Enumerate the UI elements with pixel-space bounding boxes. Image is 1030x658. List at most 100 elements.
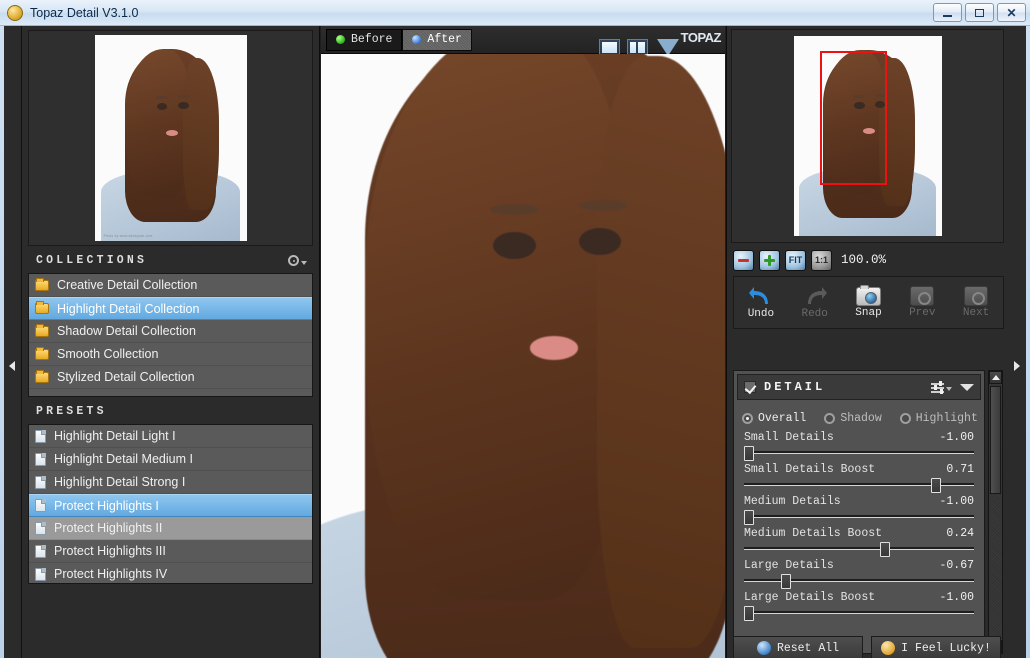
collections-title: COLLECTIONS	[36, 254, 148, 267]
navigator-image	[793, 36, 942, 236]
slider-header: Small Details Boost 0.71	[744, 463, 974, 476]
collection-item-label: Smooth Collection	[57, 347, 159, 361]
right-panel-scrollbar[interactable]	[988, 370, 1003, 654]
main-image-view[interactable]	[321, 54, 725, 658]
navigator-box[interactable]	[731, 29, 1004, 243]
snap-button[interactable]: Snap	[843, 284, 893, 319]
right-panel-collapse-strip[interactable]	[1008, 26, 1026, 658]
preview-hair-side	[182, 57, 220, 211]
processed-image	[321, 54, 725, 658]
radio-button[interactable]	[742, 413, 753, 424]
slider-row: Medium Details Boost 0.24	[734, 525, 984, 557]
slider-handle[interactable]	[880, 542, 891, 557]
chevron-down-icon[interactable]	[960, 383, 974, 391]
single-view-icon[interactable]	[598, 38, 620, 56]
split-view-icon[interactable]	[626, 38, 648, 56]
detail-mode-highlight[interactable]: Highlight	[899, 412, 978, 425]
reset-all-label: Reset All	[776, 641, 840, 655]
slider-label: Small Details Boost	[744, 463, 876, 476]
undo-button[interactable]: Undo	[736, 285, 786, 320]
scroll-up-button[interactable]	[989, 371, 1002, 384]
reset-all-button[interactable]: Reset All	[733, 636, 863, 658]
zoom-in-icon[interactable]	[759, 249, 780, 271]
collection-item-label: Stylized Detail Collection	[57, 370, 195, 384]
collections-list[interactable]: Creative Detail Collection Highlight Deta…	[28, 273, 313, 397]
preset-item[interactable]: Protect Highlights III	[29, 540, 312, 563]
i-feel-lucky-button[interactable]: I Feel Lucky!	[871, 636, 1001, 658]
collection-item[interactable]: Highlight Detail Collection	[29, 297, 312, 320]
prev-snapshot-button[interactable]: Prev	[897, 286, 947, 319]
preset-item-label: Protect Highlights III	[54, 544, 166, 558]
zoom-out-icon[interactable]	[733, 249, 754, 271]
close-button[interactable]: ✕	[997, 3, 1026, 22]
preset-item[interactable]: Protect Highlights II	[29, 517, 312, 540]
collapse-left-arrow-icon[interactable]	[9, 361, 15, 371]
preset-item-label: Highlight Detail Medium I	[54, 452, 193, 466]
slider-handle[interactable]	[781, 574, 792, 589]
preset-item-label: Protect Highlights I	[54, 498, 159, 513]
presets-list[interactable]: Highlight Detail Light I Highlight Detail…	[28, 424, 313, 584]
preset-item[interactable]: Highlight Detail Strong I	[29, 471, 312, 494]
slider-label: Medium Details	[744, 495, 841, 508]
slider-track[interactable]	[744, 477, 974, 493]
zoom-fit-button[interactable]: FIT	[785, 249, 806, 271]
client-area: Photo by www.missyuan.com COLLECTIONS Cr…	[4, 26, 1026, 658]
slider-track[interactable]	[744, 605, 974, 621]
collection-item[interactable]: Stylized Detail Collection	[29, 366, 312, 389]
tab-before-label: Before	[351, 33, 393, 46]
left-panel-collapse-strip[interactable]	[4, 26, 22, 658]
main-hair-front	[365, 54, 622, 600]
scrollbar-thumb[interactable]	[990, 386, 1001, 494]
tab-after[interactable]: After	[402, 28, 472, 51]
collection-item[interactable]: Creative Detail Collection	[29, 274, 312, 297]
document-icon	[35, 452, 46, 466]
slider-track[interactable]	[744, 573, 974, 589]
slider-value: 0.24	[946, 527, 974, 540]
detail-mode-shadow[interactable]: Shadow	[824, 412, 882, 425]
folder-icon	[35, 369, 49, 383]
slider-track[interactable]	[744, 445, 974, 461]
minimize-button[interactable]	[933, 3, 962, 22]
detail-mode-overall[interactable]: Overall	[742, 412, 806, 425]
collection-item[interactable]: Smooth Collection	[29, 343, 312, 366]
slider-track[interactable]	[744, 541, 974, 557]
preset-item[interactable]: Protect Highlights I	[29, 494, 312, 517]
slider-value: -1.00	[939, 431, 974, 444]
slider-header: Medium Details -1.00	[744, 495, 974, 508]
slider-handle[interactable]	[744, 606, 754, 621]
slider-track[interactable]	[744, 509, 974, 525]
preset-item[interactable]: Protect Highlights IV	[29, 563, 312, 583]
window-controls: ✕	[933, 3, 1026, 22]
title-bar: Topaz Detail V3.1.0 ✕	[0, 0, 1030, 26]
slider-handle[interactable]	[744, 510, 754, 525]
camera-icon	[855, 284, 881, 306]
slider-row: Large Details -0.67	[734, 557, 984, 589]
preset-item[interactable]: Highlight Detail Medium I	[29, 448, 312, 471]
tab-before[interactable]: Before	[326, 28, 403, 51]
slider-value: -1.00	[939, 495, 974, 508]
detail-enable-checkbox[interactable]	[744, 381, 756, 393]
detail-sliders: Small Details -1.00 Small Details Boost 0.7…	[734, 429, 984, 621]
application-window: Topaz Detail V3.1.0 ✕ Photo by www.missy…	[0, 0, 1030, 658]
slider-header: Large Details -0.67	[744, 559, 974, 572]
after-status-dot-icon	[412, 35, 422, 44]
maximize-icon	[975, 8, 984, 17]
chevron-up-icon	[991, 375, 1000, 380]
detail-settings-button[interactable]	[931, 381, 952, 394]
prev-label: Prev	[909, 307, 936, 319]
maximize-button[interactable]	[965, 3, 994, 22]
redo-button[interactable]: Redo	[790, 285, 840, 320]
preset-item[interactable]: Highlight Detail Light I	[29, 425, 312, 448]
collection-item[interactable]: Shadow Detail Collection	[29, 320, 312, 343]
collapse-right-arrow-icon[interactable]	[1014, 361, 1020, 371]
radio-button[interactable]	[824, 413, 836, 424]
slider-track-line	[744, 611, 974, 614]
zoom-actual-button[interactable]: 1:1	[811, 249, 832, 271]
redo-label: Redo	[801, 308, 828, 320]
next-snapshot-button[interactable]: Next	[951, 286, 1001, 319]
slider-handle[interactable]	[744, 446, 754, 461]
slider-handle[interactable]	[931, 478, 941, 493]
undo-icon	[748, 285, 774, 307]
collections-menu-button[interactable]	[288, 255, 307, 266]
radio-button[interactable]	[899, 413, 911, 424]
